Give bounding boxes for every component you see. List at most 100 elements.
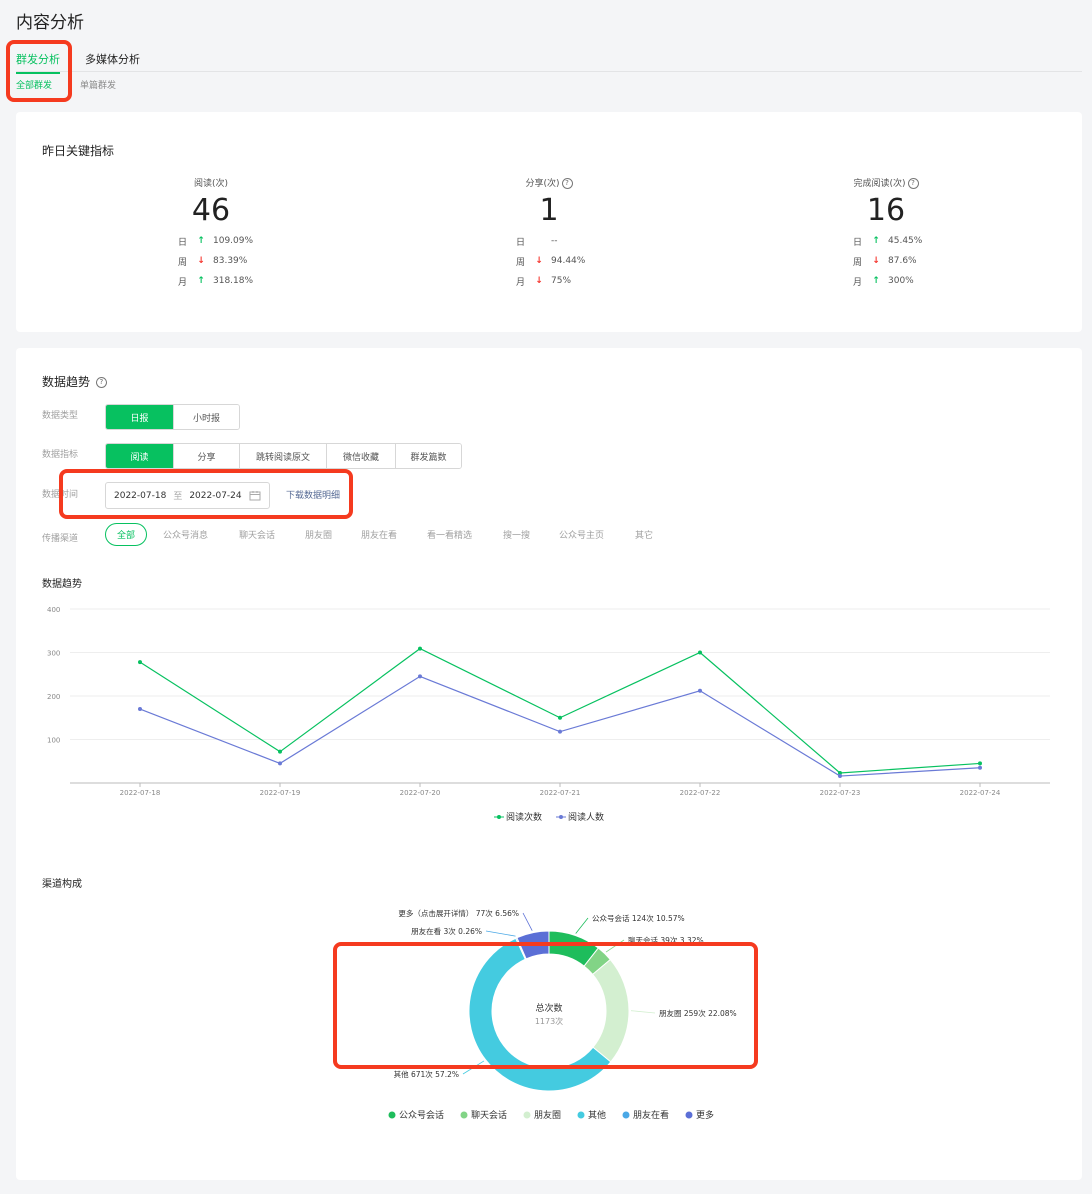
data-point [838,774,842,779]
data-point [138,707,142,712]
metric-send-count[interactable]: 群发篇数 [395,444,461,468]
channel-all[interactable]: 全部 [105,523,148,546]
line-chart: 100 200 300 400 2022-07-18 2022-07-19 2022-07-… [47,606,1050,823]
legend-marker [559,815,563,819]
arrow-up-icon: ↑ [197,276,205,286]
data-point [558,715,562,720]
kpi-compare-row: 日 -- [515,236,558,248]
kpi-shares: 分享(次)? 1 日 -- 周 ↓ 94.44% 月 ↓ 75% [449,176,649,291]
data-point [278,761,282,766]
kpi-reads-value: 46 [191,193,231,228]
kpi-reads: 阅读(次) 46 日 ↑ 109.09% 周 ↓ 83.39% 月 ↑ 318.18% [111,176,311,291]
data-type-hourly[interactable]: 小时报 [173,405,239,429]
channel-moments[interactable]: 朋友圈 [305,528,332,541]
highlight-box-pie [333,942,758,1069]
legend-marker [577,1111,585,1119]
help-icon[interactable]: ? [561,178,573,189]
legend-label: 公众号会话 [399,1109,444,1121]
slice-label: 公众号会话 124次 10.57% [592,913,685,923]
leader-line [522,912,533,931]
legend-label: 其他 [588,1109,606,1121]
metric-toggle: 阅读 分享 跳转阅读原文 微信收藏 群发篇数 [105,443,462,469]
arrow-down-icon: ↓ [535,256,543,266]
x-tick-label: 2022-07-24 [960,789,1001,797]
highlight-box-date [59,469,353,519]
page-title: 内容分析 [16,13,84,33]
data-point [418,646,422,651]
data-type-label: 数据类型 [42,411,79,421]
kpi-compare-row: 月 ↑ 318.18% [177,276,254,288]
data-type-daily[interactable]: 日报 [106,405,173,429]
channel-friends-watching[interactable]: 朋友在看 [361,528,397,541]
tabs-divider [16,71,1082,72]
kpi-compare-row: 月 ↑ 300% [852,276,914,288]
legend-marker [388,1111,396,1119]
slice-label: 其他 671次 57.2% [394,1069,459,1079]
channel-top-stories[interactable]: 看一看精选 [427,528,472,541]
arrow-up-icon: ↑ [872,236,880,246]
data-point [138,660,142,665]
help-icon[interactable]: ? [95,377,107,388]
data-point [698,650,702,655]
kpi-compare-row: 月 ↓ 75% [515,276,572,288]
kpi-compare-row: 周 ↓ 83.39% [177,256,248,268]
kpi-compare-row: 周 ↓ 87.6% [852,256,917,268]
x-tick-label: 2022-07-20 [400,789,441,797]
kpi-compare-row: 日 ↑ 45.45% [852,236,923,248]
x-tick-label: 2022-07-22 [680,789,721,797]
leader-line [575,917,589,934]
legend-marker [685,1111,693,1119]
y-tick-label: 100 [47,737,60,745]
data-point [978,761,982,766]
channel-official-msg[interactable]: 公众号消息 [163,528,208,541]
series-line-1 [139,675,981,777]
data-point [978,765,982,770]
legend-label: 聊天会话 [471,1109,507,1121]
metric-label: 数据指标 [42,450,79,460]
kpi-compare-row: 周 ↓ 94.44% [515,256,586,268]
trend-title: 数据趋势 ? [42,373,107,390]
arrow-down-icon: ↓ [197,256,205,266]
x-tick-label: 2022-07-18 [120,789,161,797]
metric-shares[interactable]: 分享 [173,444,239,468]
channel-profile[interactable]: 公众号主页 [559,528,604,541]
tab-multimedia-analysis[interactable]: 多媒体分析 [85,51,140,67]
channel-chat[interactable]: 聊天会话 [239,528,275,541]
arrow-down-icon: ↓ [535,276,543,286]
channel-search[interactable]: 搜一搜 [503,528,530,541]
kpi-shares-label: 分享(次)? [449,176,649,189]
subtab-single-send[interactable]: 单篇群发 [80,78,116,91]
metric-favorites[interactable]: 微信收藏 [326,444,395,468]
slice-label: 更多（点击展开详情） 77次 6.56% [398,908,519,918]
x-tick-label: 2022-07-21 [540,789,581,797]
kpi-complete-reads: 完成阅读(次)? 16 日 ↑ 45.45% 周 ↓ 87.6% 月 ↑ 300% [786,176,986,291]
pie-chart-title: 渠道构成 [42,879,82,890]
kpi-complete-reads-label: 完成阅读(次)? [786,176,986,189]
metric-read-original[interactable]: 跳转阅读原文 [239,444,326,468]
leader-line [485,930,516,937]
legend-label: 朋友在看 [633,1109,669,1121]
legend-label: 阅读次数 [506,811,542,823]
slice-label: 朋友在看 3次 0.26% [411,926,482,936]
help-icon[interactable]: ? [907,178,919,189]
data-point [698,688,702,693]
y-tick-label: 400 [47,606,60,614]
kpi-reads-label: 阅读(次) [193,179,229,189]
channel-label: 传播渠道 [42,534,79,544]
data-point [278,749,282,754]
data-type-toggle: 日报 小时报 [105,404,240,430]
kpi-shares-value: 1 [539,193,559,228]
channel-other[interactable]: 其它 [635,528,653,541]
arrow-up-icon: ↑ [197,236,205,246]
arrow-down-icon: ↓ [872,256,880,266]
legend-label: 阅读人数 [568,811,604,823]
data-point [418,674,422,679]
kpi-complete-reads-value: 16 [866,193,906,228]
arrow-up-icon: ↑ [872,276,880,286]
key-metrics-title: 昨日关键指标 [42,144,115,158]
legend-marker [497,815,501,819]
data-point [558,729,562,734]
legend-marker [460,1111,468,1119]
line-chart-title: 数据趋势 [42,579,82,590]
metric-reads[interactable]: 阅读 [106,444,173,468]
